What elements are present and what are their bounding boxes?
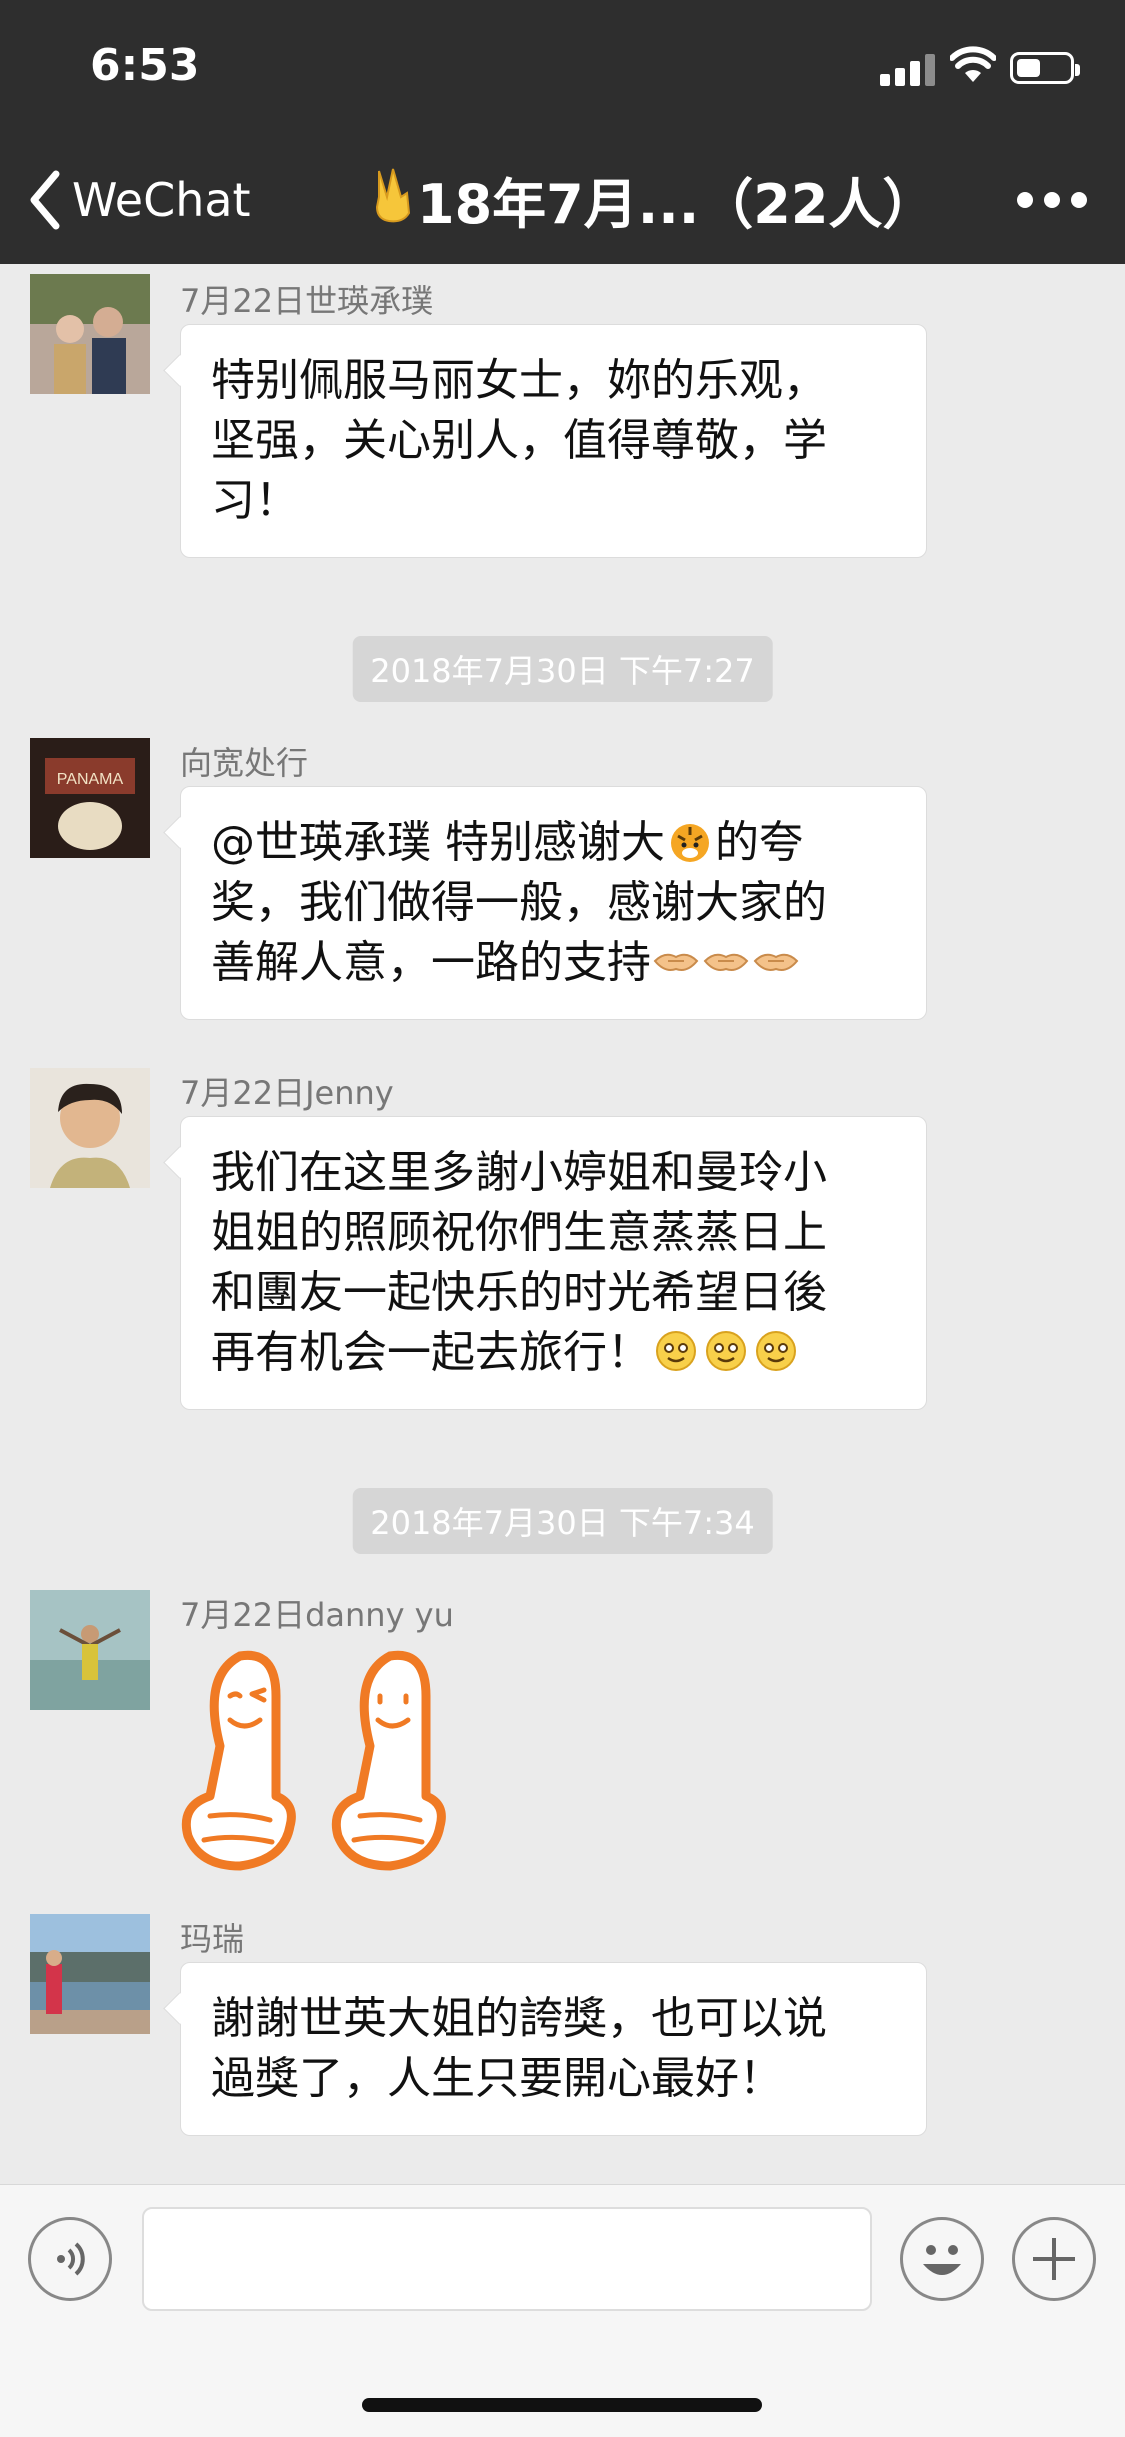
avatar[interactable] xyxy=(30,1068,150,1188)
timestamp: 2018年7月30日 下午7:27 xyxy=(352,636,773,702)
emoji-face-icon xyxy=(923,2245,961,2275)
sender-name: 玛瑞 xyxy=(180,1920,245,1958)
sender-name: 7月22日danny yu xyxy=(180,1596,454,1634)
sender-name: 7月22日世瑛承璞 xyxy=(180,282,434,320)
avatar[interactable] xyxy=(30,274,150,394)
handshake-emoji-icon xyxy=(653,953,699,971)
plus-button[interactable] xyxy=(1012,2217,1096,2301)
signal-bars-icon xyxy=(880,52,936,86)
timestamp: 2018年7月30日 下午7:34 xyxy=(352,1488,773,1554)
emoji-button[interactable] xyxy=(900,2217,984,2301)
back-button[interactable]: WeChat xyxy=(28,165,251,235)
handshake-emoji-group xyxy=(651,937,801,988)
message-text: 謝謝世英大姐的誇獎，也可以说 過獎了，人生只要開心最好！ xyxy=(211,1993,827,2104)
avatar[interactable]: PANAMA xyxy=(30,738,150,858)
message-bubble[interactable]: 我们在这里多謝小婷姐和曼玲小 姐姐的照顾祝你們生意蒸蒸日上 和團友一起快乐的时光… xyxy=(180,1116,927,1410)
handshake-emoji-icon xyxy=(753,953,799,971)
avatar[interactable] xyxy=(30,1590,150,1710)
smile-emoji-group xyxy=(651,1327,801,1378)
message-bubble[interactable]: 謝謝世英大姐的誇獎，也可以说 過獎了，人生只要開心最好！ xyxy=(180,1962,927,2136)
avatar[interactable] xyxy=(30,1914,150,2034)
victory-hand-icon xyxy=(365,167,417,236)
chat-title-text: 18年7月...（22人） xyxy=(417,173,937,236)
chat-area[interactable]: 7月22日世瑛承璞 特别佩服马丽女士，妳的乐观， 坚强，关心别人，值得尊敬，学 … xyxy=(0,264,1125,2184)
tiger-emoji-icon xyxy=(671,824,709,862)
sender-name: 向宽处行 xyxy=(180,744,309,782)
voice-button[interactable] xyxy=(28,2217,112,2301)
message-text: @世瑛承璞 特别感谢大 xyxy=(211,817,665,868)
battery-icon xyxy=(1010,52,1080,84)
wifi-icon xyxy=(950,46,996,82)
message-input[interactable] xyxy=(142,2207,872,2311)
back-label: WeChat xyxy=(72,173,251,227)
thumbs-up-sticker[interactable] xyxy=(180,1636,480,1876)
svg-text:PANAMA: PANAMA xyxy=(57,771,124,788)
smile-emoji-icon xyxy=(706,1331,746,1371)
chat-title[interactable]: 18年7月...（22人） xyxy=(365,160,936,239)
message-text: 特别佩服马丽女士，妳的乐观， 坚强，关心别人，值得尊敬，学 习！ xyxy=(211,355,827,526)
sender-name: 7月22日Jenny xyxy=(180,1074,394,1112)
home-indicator xyxy=(362,2398,762,2412)
more-button[interactable] xyxy=(1017,180,1087,220)
smile-emoji-icon xyxy=(656,1331,696,1371)
handshake-emoji-icon xyxy=(703,953,749,971)
smile-emoji-icon xyxy=(756,1331,796,1371)
voice-icon xyxy=(57,2242,85,2276)
message-bubble[interactable]: 特别佩服马丽女士，妳的乐观， 坚强，关心别人，值得尊敬，学 习！ xyxy=(180,324,927,558)
chevron-left-icon xyxy=(30,170,60,230)
status-time: 6:53 xyxy=(90,40,200,91)
plus-icon xyxy=(1033,2238,1075,2280)
message-bubble[interactable]: @世瑛承璞 特别感谢大 的夸 奖，我们做得一般，感谢大家的 善解人意，一路的支持 xyxy=(180,786,927,1020)
top-bar: 6:53 WeChat 18年7月...（22人） xyxy=(0,0,1125,264)
